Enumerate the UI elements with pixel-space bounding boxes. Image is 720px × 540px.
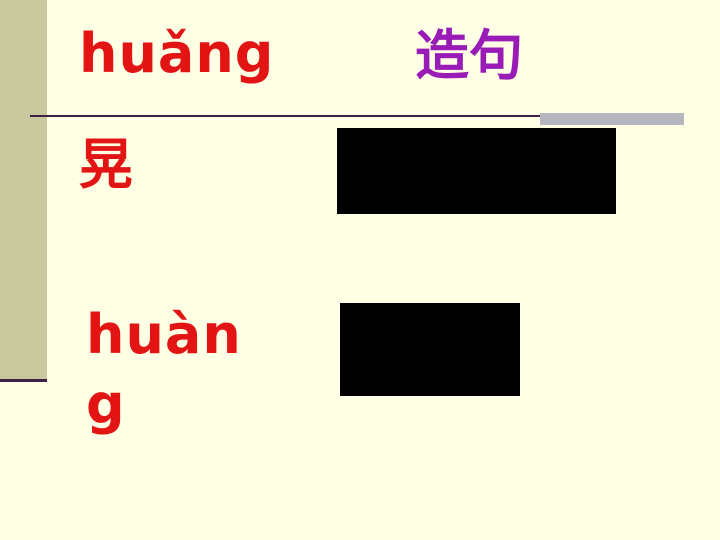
header-task: 造句 [415, 24, 523, 87]
header-pinyin: huǎng [79, 22, 275, 85]
alt-pinyin-line-1: huàn [86, 303, 242, 366]
alt-pinyin-label: huàn g [86, 300, 246, 440]
divider-accent [540, 113, 684, 125]
answer-redaction-box-1 [337, 128, 616, 214]
left-bar-gap [47, 0, 48, 382]
alt-pinyin-line-2: g [86, 373, 126, 436]
left-decorative-bar [0, 0, 47, 382]
character-label: 晃 [79, 133, 133, 196]
answer-redaction-box-2 [340, 303, 520, 396]
